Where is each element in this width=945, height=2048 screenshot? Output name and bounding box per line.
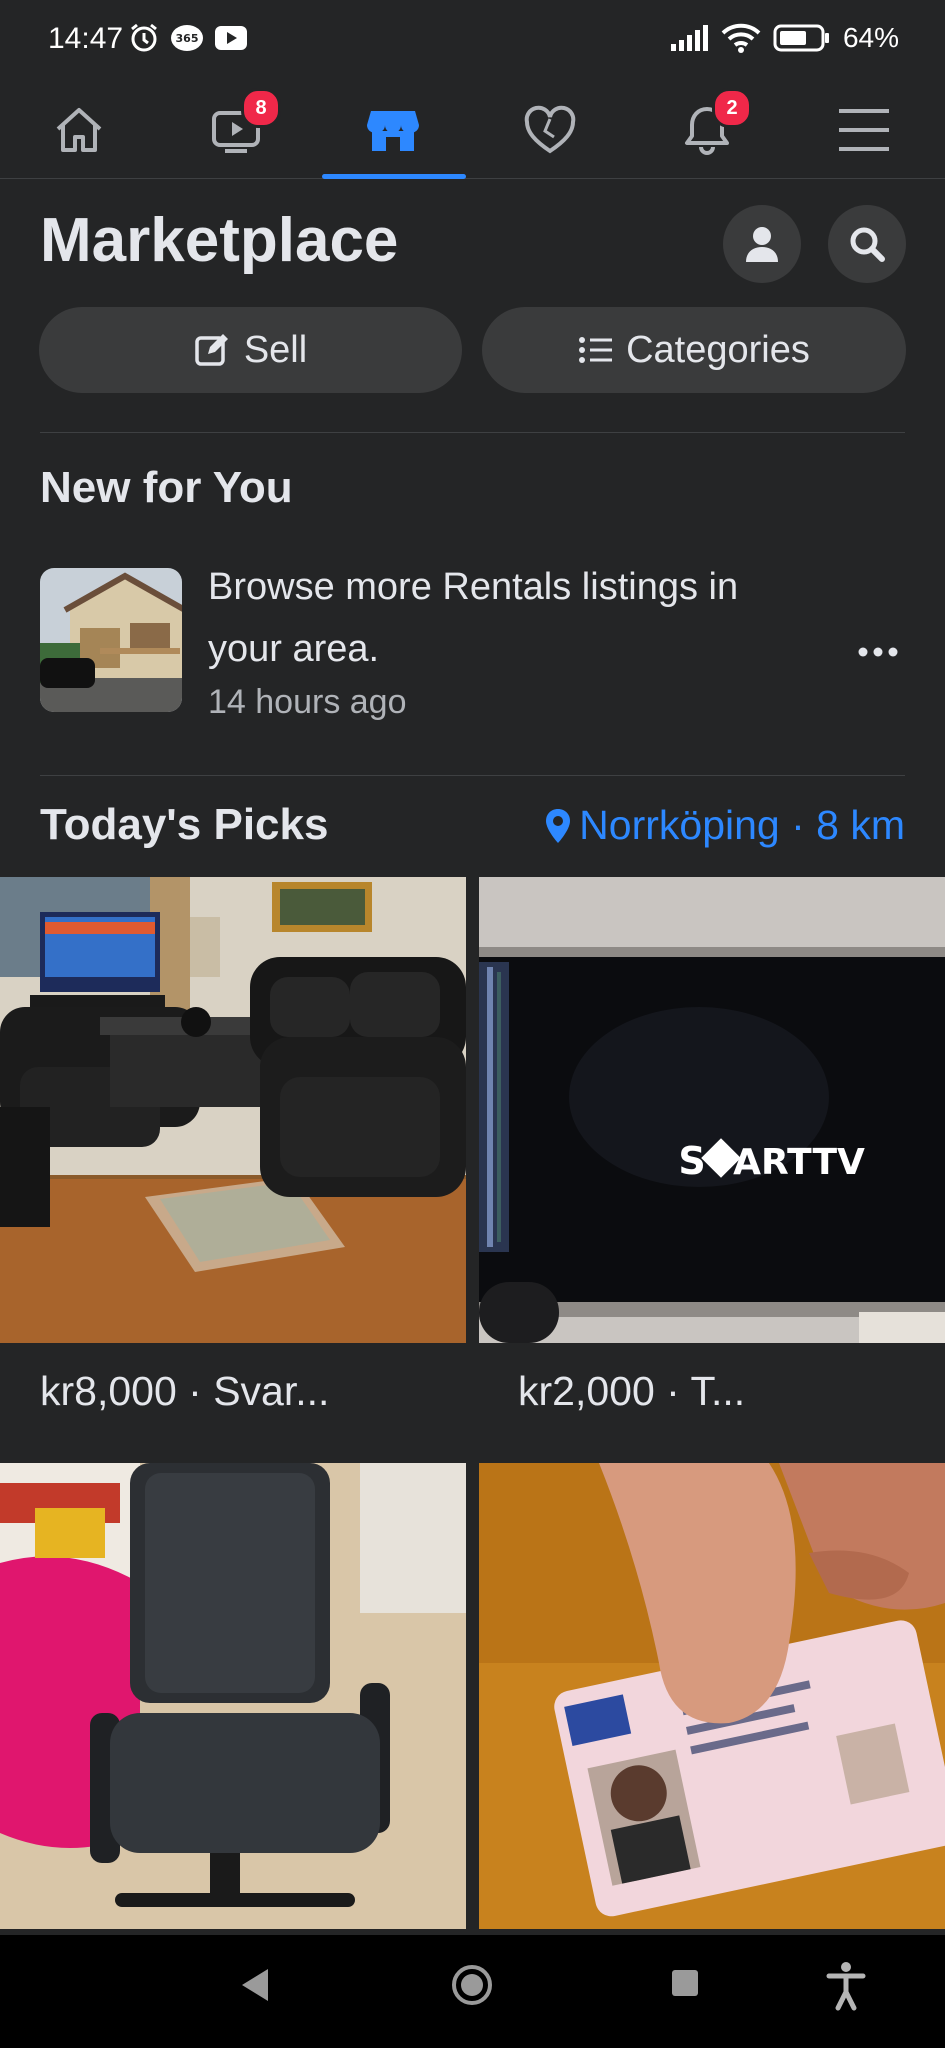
listing-image-2[interactable]: S ARTTV: [479, 877, 945, 1343]
svg-text:ARTTV: ARTTV: [733, 1142, 865, 1183]
recents-icon[interactable]: [670, 1968, 700, 1998]
listing-price-2[interactable]: kr2,000 · T...: [518, 1368, 745, 1415]
categories-label: Categories: [626, 328, 810, 371]
nav-tab-menu[interactable]: [785, 82, 942, 178]
list-icon: [579, 337, 613, 363]
accessibility-icon[interactable]: [826, 1961, 866, 2011]
page-title: Marketplace: [40, 206, 399, 275]
sell-label: Sell: [243, 328, 308, 371]
location-label: Norrköping · 8 km: [579, 802, 905, 848]
alarm-icon: [131, 23, 157, 52]
back-icon[interactable]: [238, 1965, 272, 2005]
location-pin-icon: [546, 808, 571, 843]
nav-tab-notifications[interactable]: 2: [628, 82, 785, 178]
listing-image-4[interactable]: [479, 1463, 945, 1929]
listing-price-1[interactable]: kr8,000 · Svar...: [40, 1368, 329, 1415]
heart-icon: [524, 105, 575, 154]
battery-percentage: 64%: [842, 22, 899, 53]
watch-badge: 8: [241, 88, 281, 128]
todays-picks-title: Today's Picks: [40, 800, 329, 849]
chair-photo: [0, 1463, 466, 1929]
more-icon: [858, 647, 898, 657]
home-circle-icon[interactable]: [450, 1963, 494, 2007]
wifi-icon: [721, 23, 761, 53]
divider: [40, 775, 905, 776]
rentals-thumbnail[interactable]: [40, 568, 182, 712]
nav-tab-dating[interactable]: [471, 82, 628, 178]
nav-tab-watch[interactable]: 8: [157, 82, 314, 178]
top-nav-bar: 8 2: [0, 82, 945, 179]
battery-icon: [773, 24, 829, 52]
active-tab-indicator: [322, 174, 466, 179]
nav-tab-marketplace[interactable]: [314, 82, 471, 178]
365-icon: 365: [171, 25, 203, 51]
youtube-icon: [215, 26, 247, 50]
categories-button[interactable]: Categories: [482, 307, 906, 393]
status-bar: 14:47 365 64%: [0, 0, 945, 82]
new-for-you-title: New for You: [40, 463, 293, 512]
profile-button[interactable]: [723, 205, 801, 283]
system-nav-bar: [0, 1935, 945, 2048]
tv-photo: S ARTTV: [479, 877, 945, 1343]
search-icon: [850, 227, 885, 262]
signal-icon: [670, 25, 708, 51]
status-time: 14:47: [48, 22, 124, 55]
listing-image-1[interactable]: [0, 877, 466, 1343]
svg-text:S: S: [678, 1139, 705, 1183]
rentals-suggestion-text[interactable]: Browse more Rentals listings in your are…: [208, 556, 808, 680]
sell-button[interactable]: Sell: [39, 307, 462, 393]
license-photo: [479, 1463, 945, 1929]
location-filter[interactable]: Norrköping · 8 km: [543, 802, 905, 849]
house-image: [40, 568, 182, 712]
listing-image-3[interactable]: [0, 1463, 466, 1929]
notifications-badge: 2: [712, 88, 752, 128]
rentals-suggestion-time: 14 hours ago: [208, 683, 407, 721]
shop-icon: [366, 111, 419, 151]
sofa-photo: [0, 877, 466, 1343]
person-icon: [746, 227, 778, 262]
more-options-button[interactable]: [857, 628, 899, 667]
search-button[interactable]: [828, 205, 906, 283]
nav-tab-home[interactable]: [0, 82, 157, 178]
divider: [40, 432, 905, 433]
hamburger-icon: [838, 109, 889, 151]
svg-text:365: 365: [176, 32, 199, 45]
home-icon: [56, 108, 101, 152]
edit-icon: [195, 334, 228, 366]
